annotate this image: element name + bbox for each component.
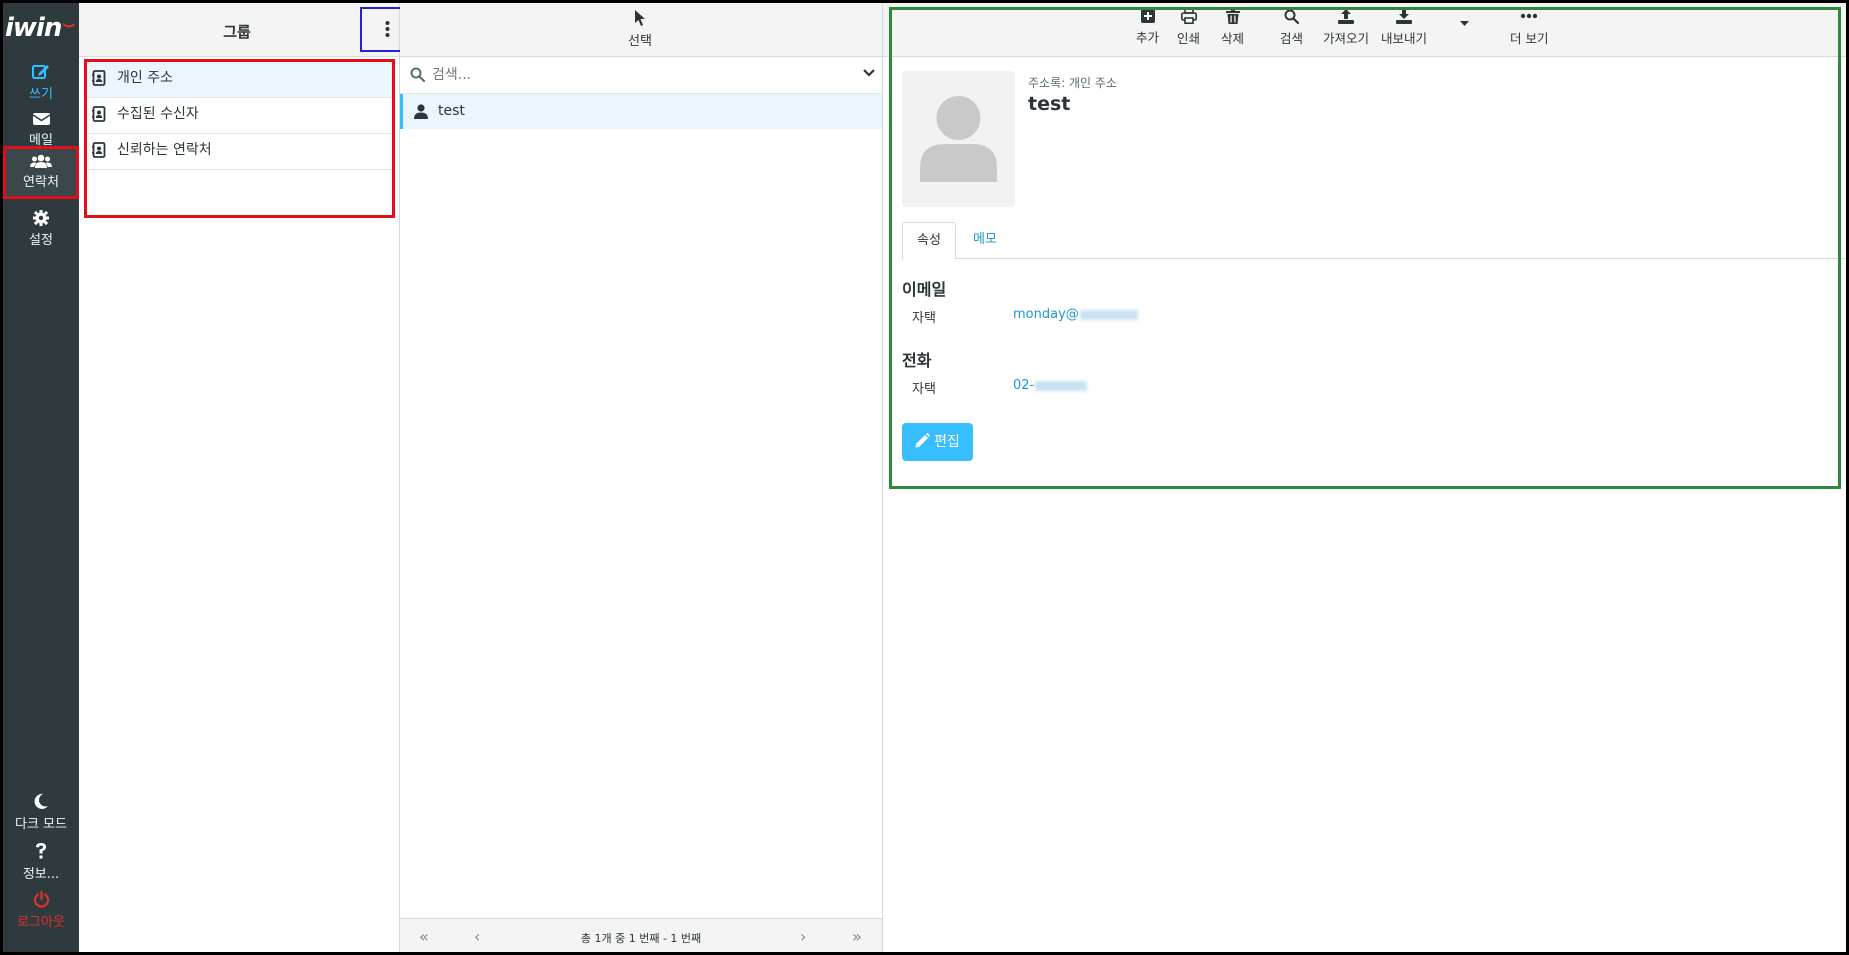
chevron-down-icon[interactable] xyxy=(863,69,875,77)
group-item-label: 개인 주소 xyxy=(117,70,173,86)
nav-contacts-label: 연락처 xyxy=(23,175,59,190)
person-icon xyxy=(414,104,428,119)
nav-settings[interactable]: 설정 xyxy=(3,202,79,258)
address-book-icon xyxy=(92,142,106,158)
nav-logout[interactable]: 로그아웃 xyxy=(3,883,79,939)
nav-compose-label: 쓰기 xyxy=(29,87,53,102)
nav-settings-label: 설정 xyxy=(29,233,53,248)
compose-icon xyxy=(32,65,49,79)
contact-list-item[interactable]: test xyxy=(400,94,882,129)
groups-title: 그룹 xyxy=(223,23,251,41)
power-icon xyxy=(33,891,49,908)
pagination-bar: « ‹ 총 1개 중 1 번째 - 1 번째 › » xyxy=(400,918,882,952)
address-book-icon xyxy=(92,70,106,86)
question-icon xyxy=(36,843,46,859)
nav-contacts[interactable]: 연락처 xyxy=(3,146,79,199)
contact-detail-panel: 추가 인쇄 삭제 검색 가져오기 내보내기 더 보기 주소록: 개인 주소 te… xyxy=(883,3,1846,952)
nav-dark-mode[interactable]: 다크 모드 xyxy=(3,785,79,841)
search-input[interactable] xyxy=(430,63,834,87)
contacts-header: 선택 xyxy=(400,3,882,57)
app-window: iwin⌣ 쓰기 메일 연락처 설정 다크 모드 정보... 로그아웃 그룹 개… xyxy=(3,3,1846,952)
users-icon xyxy=(30,154,52,168)
gear-icon xyxy=(33,210,49,226)
pagination-info: 총 1개 중 1 번째 - 1 번째 xyxy=(580,932,702,945)
moon-icon xyxy=(34,793,48,809)
address-book-icon xyxy=(92,106,106,122)
group-item-label: 수집된 수신자 xyxy=(117,106,199,122)
contacts-panel: 선택 test « ‹ 총 1개 중 1 번째 - 1 번째 › » xyxy=(400,3,883,952)
groups-header: 그룹 xyxy=(79,3,415,57)
search-icon xyxy=(410,67,425,82)
envelope-icon xyxy=(32,113,50,125)
logo: iwin⌣ xyxy=(5,11,76,43)
group-item-trusted[interactable]: 신뢰하는 연락처 xyxy=(87,134,392,170)
contact-name-label: test xyxy=(438,103,465,119)
nav-about[interactable]: 정보... xyxy=(3,834,79,890)
nav-logout-label: 로그아웃 xyxy=(17,915,65,930)
group-list: 개인 주소 수집된 수신자 신뢰하는 연락처 xyxy=(84,59,395,218)
nav-compose[interactable]: 쓰기 xyxy=(3,55,79,111)
next-page-icon[interactable]: › xyxy=(800,927,806,946)
last-page-icon[interactable]: » xyxy=(852,927,862,946)
nav-dark-mode-label: 다크 모드 xyxy=(15,817,67,832)
group-item-label: 신뢰하는 연락처 xyxy=(117,142,212,158)
contact-detail-highlight xyxy=(889,7,1841,489)
select-button[interactable]: 선택 xyxy=(600,9,680,49)
pointer-icon xyxy=(635,10,645,26)
group-item-personal[interactable]: 개인 주소 xyxy=(87,62,392,98)
logo-smile-icon: ⌣ xyxy=(62,11,75,35)
nav-about-label: 정보... xyxy=(22,867,60,882)
select-label: 선택 xyxy=(628,34,652,49)
main-nav: iwin⌣ 쓰기 메일 연락처 설정 다크 모드 정보... 로그아웃 xyxy=(3,3,79,952)
search-bar xyxy=(400,57,882,94)
groups-panel: 그룹 개인 주소 수집된 수신자 신뢰하는 연락처 xyxy=(79,3,415,952)
vertical-dots-icon xyxy=(385,21,390,37)
group-item-collected[interactable]: 수집된 수신자 xyxy=(87,98,392,134)
